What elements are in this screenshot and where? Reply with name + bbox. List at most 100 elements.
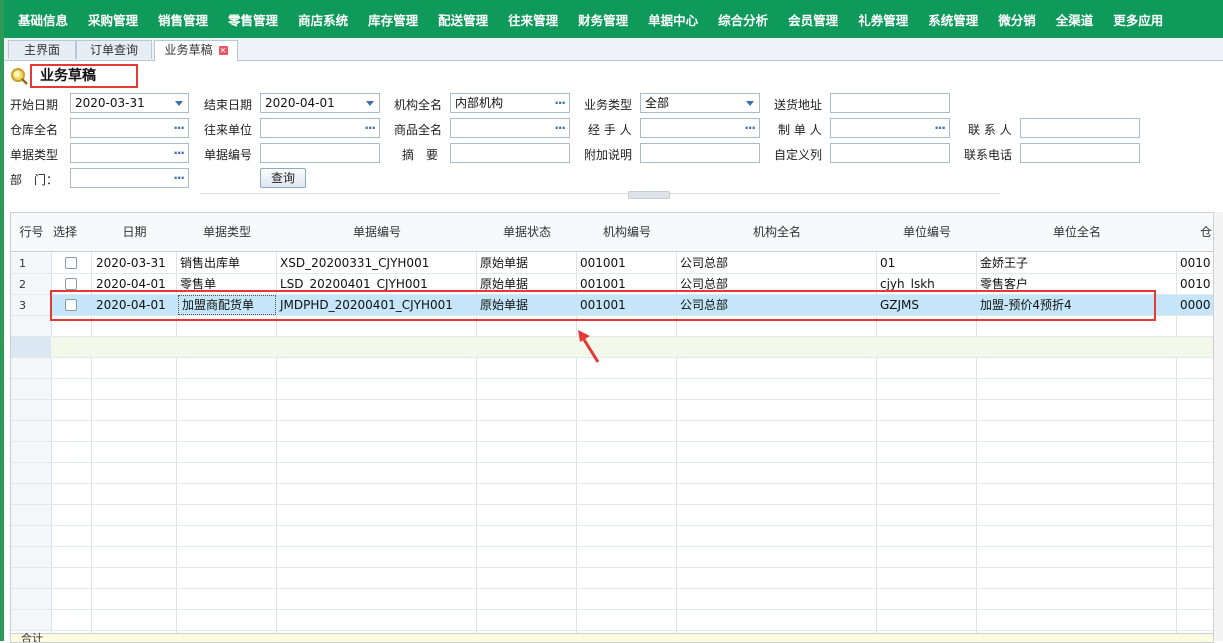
doc-no-input[interactable] [260,143,380,163]
product-label: 商品全名 [394,123,443,137]
row-number-blank [11,589,51,609]
header-doc-no[interactable]: 单据编号 [277,213,477,251]
row-number-blank [11,358,51,378]
close-icon[interactable]: ✕ [218,46,228,55]
empty-row-new[interactable] [11,337,1214,358]
cell-doc-no: XSD_20200331_CJYH001 [280,256,430,270]
cell-unit-name: 零售客户 [980,277,1029,291]
maker-label: 制 单 人 [778,123,822,137]
empty-row [11,568,1214,589]
collapse-handle[interactable] [628,191,670,199]
row-number-blank [11,484,51,504]
table-row-selected[interactable]: 3 2020-04-01 加盟商配货单 JMDPHD_20200401_CJYH… [11,295,1214,316]
cell-doc-no: LSD_20200401_CJYH001 [280,277,428,291]
results-grid: 行号 选择 日期 单据类型 单据编号 单据状态 机构编号 机构全名 单位编号 单… [10,212,1214,643]
table-row[interactable]: 2 2020-04-01 零售单 LSD_20200401_CJYH001 原始… [11,274,1214,295]
nav-basic-info[interactable]: 基础信息 [18,10,68,29]
ship-addr-input[interactable] [830,93,950,113]
tab-home-label: 主界面 [23,43,60,57]
custom-col-input[interactable] [830,143,950,163]
grid-header: 行号 选择 日期 单据类型 单据编号 单据状态 机构编号 机构全名 单位编号 单… [11,213,1214,252]
tab-home[interactable]: 主界面 [8,40,76,59]
header-select[interactable]: 选择 [52,213,78,251]
partner-label: 往来单位 [204,123,253,137]
empty-row [11,316,1214,337]
cell-unit-name: 金娇王子 [980,256,1029,270]
row-checkbox[interactable] [65,257,77,269]
dept-field[interactable]: ··· [70,168,189,188]
nav-document-center[interactable]: 单据中心 [648,10,698,29]
org-name-field[interactable]: 内部机构 ··· [450,93,570,113]
cell-unit-no: 01 [880,256,896,270]
header-warehouse[interactable]: 仓 [1177,213,1214,251]
dept-label: 部 门： [10,173,59,187]
cell-org-no: 001001 [580,298,626,312]
query-button[interactable]: 查询 [260,168,306,188]
vertical-scrollbar[interactable] [1213,212,1223,641]
nav-distribution[interactable]: 配送管理 [438,10,488,29]
tab-draft[interactable]: 业务草稿 ✕ [154,40,238,61]
header-org-no[interactable]: 机构编号 [577,213,677,251]
nav-analysis[interactable]: 综合分析 [718,10,768,29]
nav-inventory[interactable]: 库存管理 [368,10,418,29]
maker-field[interactable]: ··· [830,118,950,138]
phone-input[interactable] [1020,143,1140,163]
nav-accounts[interactable]: 往来管理 [508,10,558,29]
start-date-field[interactable]: 2020-03-31 [70,93,189,113]
chevron-down-icon[interactable] [746,101,754,106]
row-number-blank [11,442,51,462]
nav-sales[interactable]: 销售管理 [158,10,208,29]
more-icon[interactable]: ··· [744,119,756,137]
extra-input[interactable] [640,143,760,163]
header-doc-type[interactable]: 单据类型 [177,213,277,251]
summary-input[interactable] [450,143,570,163]
header-unit-no[interactable]: 单位编号 [877,213,977,251]
header-doc-status[interactable]: 单据状态 [477,213,577,251]
end-date-field[interactable]: 2020-04-01 [260,93,380,113]
nav-system[interactable]: 系统管理 [928,10,978,29]
row-checkbox[interactable] [65,278,77,290]
more-icon[interactable]: ··· [554,119,566,137]
doc-type-field[interactable]: ··· [70,143,189,163]
nav-omnichannel[interactable]: 全渠道 [1056,10,1094,29]
warehouse-label: 仓库全名 [10,123,59,137]
warehouse-field[interactable]: ··· [70,118,189,138]
nav-micro-distribution[interactable]: 微分销 [998,10,1036,29]
cell-doc-type-focused[interactable]: 加盟商配货单 [178,295,276,315]
partner-field[interactable]: ··· [260,118,380,138]
nav-members[interactable]: 会员管理 [788,10,838,29]
product-field[interactable]: ··· [450,118,570,138]
header-unit-name[interactable]: 单位全名 [977,213,1177,251]
header-date[interactable]: 日期 [92,213,177,251]
table-row[interactable]: 1 2020-03-31 销售出库单 XSD_20200331_CJYH001 … [11,253,1214,274]
more-icon[interactable]: ··· [173,144,185,162]
nav-store-system[interactable]: 商店系统 [298,10,348,29]
more-icon[interactable]: ··· [173,169,185,187]
nav-finance[interactable]: 财务管理 [578,10,628,29]
more-icon[interactable]: ··· [934,119,946,137]
row-number-blank [11,505,51,525]
nav-coupons[interactable]: 礼券管理 [858,10,908,29]
cell-date: 2020-03-31 [96,256,166,270]
tab-order-query[interactable]: 订单查询 [76,40,152,59]
more-icon[interactable]: ··· [173,119,185,137]
nav-retail[interactable]: 零售管理 [228,10,278,29]
empty-row [11,442,1214,463]
cell-doc-type: 零售单 [180,277,217,291]
empty-row [11,421,1214,442]
nav-more-apps[interactable]: 更多应用 [1113,10,1163,29]
magnifier-icon [11,68,28,85]
nav-purchase[interactable]: 采购管理 [88,10,138,29]
biz-type-select[interactable]: 全部 [640,93,760,113]
chevron-down-icon[interactable] [366,101,374,106]
header-row-no[interactable]: 行号 [11,213,52,251]
contact-input[interactable] [1020,118,1140,138]
header-org-name[interactable]: 机构全名 [677,213,877,251]
more-icon[interactable]: ··· [554,94,566,112]
cell-unit-no: GZJMS [880,298,920,312]
row-checkbox[interactable] [65,299,77,311]
handler-field[interactable]: ··· [640,118,760,138]
chevron-down-icon[interactable] [175,101,183,106]
more-icon[interactable]: ··· [364,119,376,137]
empty-row [11,400,1214,421]
